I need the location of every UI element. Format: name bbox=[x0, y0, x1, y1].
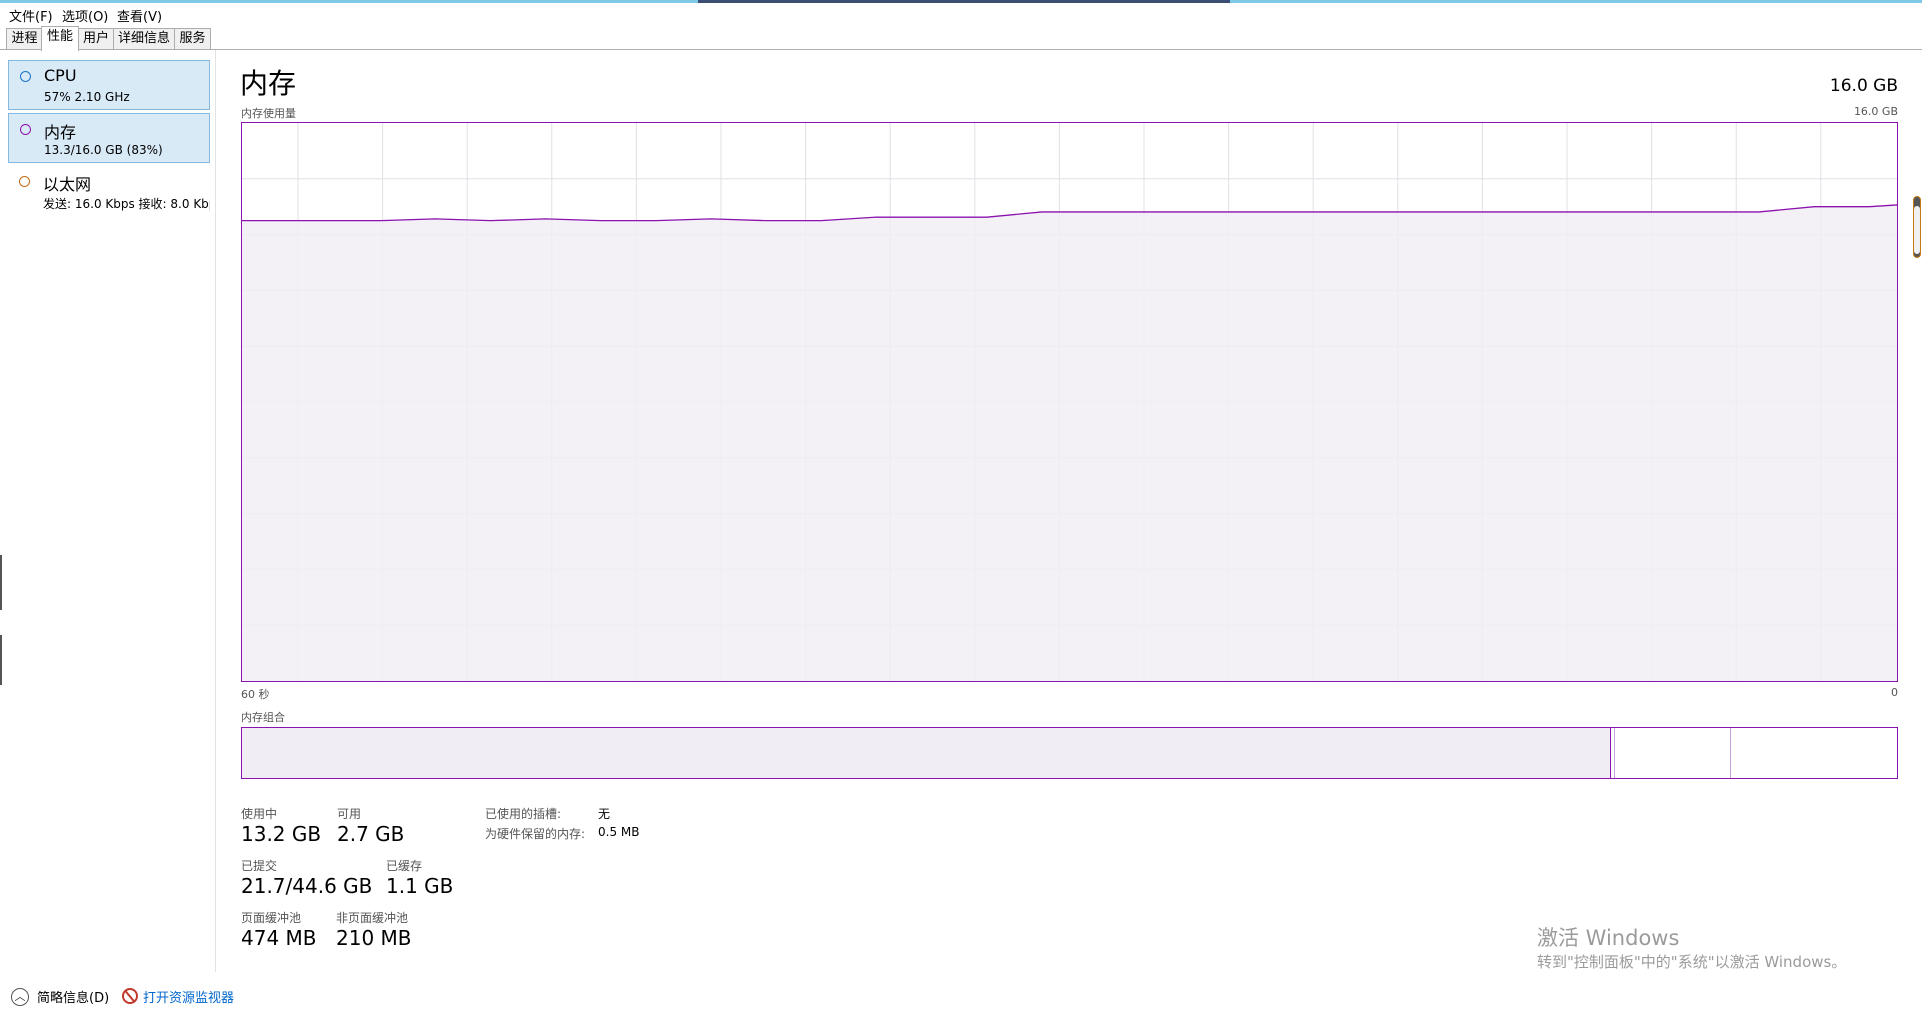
scrollbar-thumb[interactable] bbox=[1914, 206, 1920, 254]
memory-usage-area bbox=[242, 204, 1897, 681]
composition-label: 内存组合 bbox=[241, 711, 285, 724]
available-value: 2.7 GB bbox=[337, 822, 405, 846]
available-label: 可用 bbox=[337, 807, 362, 821]
committed-label: 已提交 bbox=[241, 859, 278, 873]
menu-view[interactable]: 查看(V) bbox=[117, 6, 162, 25]
nonpaged-pool-label: 非页面缓冲池 bbox=[336, 911, 409, 925]
ethernet-circle-icon bbox=[19, 176, 30, 187]
committed-value: 21.7/44.6 GB bbox=[241, 874, 373, 898]
in-use-value: 13.2 GB bbox=[241, 822, 322, 846]
nonpaged-pool-value: 210 MB bbox=[336, 926, 412, 950]
slots-label: 已使用的插槽: bbox=[485, 807, 562, 821]
memory-usage-svg bbox=[242, 123, 1897, 681]
memory-composition-bar bbox=[241, 727, 1898, 779]
chevron-up-icon[interactable]: ︿ bbox=[11, 988, 29, 1006]
reserved-value: 0.5 MB bbox=[598, 825, 640, 839]
menu-options[interactable]: 选项(O) bbox=[62, 6, 108, 25]
usage-max-label: 16.0 GB bbox=[1853, 105, 1898, 118]
memory-usage-chart bbox=[241, 122, 1898, 682]
paged-pool-label: 页面缓冲池 bbox=[241, 911, 302, 925]
reserved-label: 为硬件保留的内存: bbox=[485, 827, 586, 841]
slots-value: 无 bbox=[598, 807, 611, 821]
x-axis-left-label: 60 秒 bbox=[241, 688, 270, 701]
sidebar-item-title: 以太网 bbox=[43, 175, 92, 194]
page-title: 内存 bbox=[240, 67, 297, 100]
tab-details[interactable]: 详细信息 bbox=[113, 28, 175, 49]
activation-watermark-title: 激活 Windows bbox=[1537, 926, 1680, 950]
activation-watermark-text: 转到"控制面板"中的"系统"以激活 Windows。 bbox=[1537, 953, 1847, 971]
sidebar-item-sub: 发送: 16.0 Kbps 接收: 8.0 Kbps bbox=[43, 197, 210, 211]
cached-label: 已缓存 bbox=[386, 859, 423, 873]
tab-strip: 进程 性能 用户 详细信息 服务 bbox=[0, 26, 1922, 51]
memory-total: 16.0 GB bbox=[1829, 76, 1898, 96]
sidebar: CPU 57% 2.10 GHz 内存 13.3/16.0 GB (83%) 以… bbox=[0, 50, 216, 972]
menu-file[interactable]: 文件(F) bbox=[9, 6, 53, 25]
tab-users[interactable]: 用户 bbox=[78, 28, 114, 49]
cached-value: 1.1 GB bbox=[386, 874, 454, 898]
tab-services[interactable]: 服务 bbox=[174, 28, 211, 49]
sidebar-item-cpu[interactable]: CPU 57% 2.10 GHz bbox=[8, 60, 210, 110]
menu-bar: 文件(F) 选项(O) 查看(V) bbox=[0, 3, 1922, 25]
resource-monitor-icon[interactable] bbox=[122, 988, 138, 1004]
sidebar-item-title: 内存 bbox=[44, 123, 77, 142]
memory-circle-icon bbox=[20, 124, 31, 135]
sidebar-item-sub: 13.3/16.0 GB (83%) bbox=[44, 143, 163, 157]
paged-pool-value: 474 MB bbox=[241, 926, 317, 950]
x-axis-right-label: 0 bbox=[1891, 686, 1898, 699]
footer: ︿ 简略信息(D) 打开资源监视器 bbox=[0, 980, 1922, 1019]
composition-divider bbox=[1729, 728, 1731, 778]
tab-performance[interactable]: 性能 bbox=[41, 26, 79, 51]
sidebar-item-title: CPU bbox=[44, 66, 77, 85]
sidebar-item-ethernet[interactable]: 以太网 发送: 16.0 Kbps 接收: 8.0 Kbps bbox=[8, 166, 210, 216]
composition-divider bbox=[1613, 728, 1615, 778]
open-resource-monitor-link[interactable]: 打开资源监视器 bbox=[143, 987, 234, 1006]
in-use-label: 使用中 bbox=[241, 807, 278, 821]
sidebar-item-sub: 57% 2.10 GHz bbox=[44, 90, 130, 104]
tab-processes[interactable]: 进程 bbox=[6, 28, 43, 49]
cpu-circle-icon bbox=[20, 71, 31, 82]
usage-label: 内存使用量 bbox=[241, 107, 296, 120]
sidebar-item-memory[interactable]: 内存 13.3/16.0 GB (83%) bbox=[8, 113, 210, 163]
fewer-details-button[interactable]: 简略信息(D) bbox=[37, 987, 109, 1006]
composition-in-use bbox=[242, 728, 1611, 778]
